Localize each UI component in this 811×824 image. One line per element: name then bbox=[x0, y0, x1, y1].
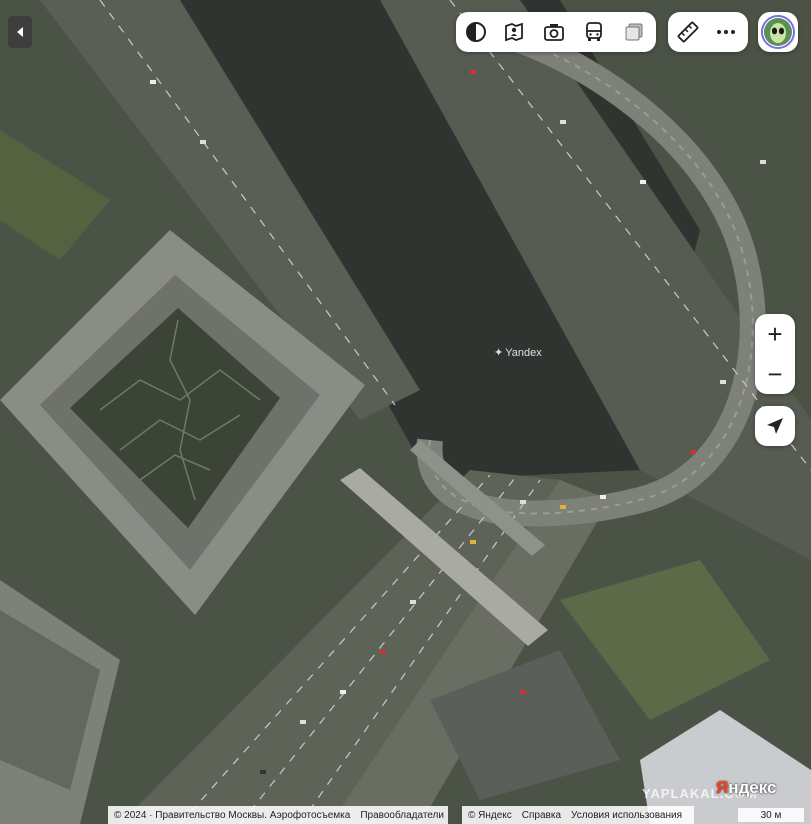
footer-attribution: © 2024 · Правительство Москвы. Аэрофотос… bbox=[108, 806, 448, 824]
panorama-icon bbox=[505, 22, 523, 42]
rights-holders-link[interactable]: Правообладатели bbox=[360, 810, 444, 821]
footer-links: © Яндекс Справка Условия использования bbox=[462, 806, 694, 824]
zoom-controls: + − bbox=[755, 314, 795, 394]
terms-link[interactable]: Условия использования bbox=[571, 810, 682, 821]
avatar bbox=[761, 15, 795, 49]
ruler-icon bbox=[677, 21, 699, 43]
bus-icon bbox=[586, 22, 602, 41]
camera-icon bbox=[544, 24, 564, 41]
place-marker-icon: ✦ bbox=[494, 347, 504, 359]
scale-label: 30 м bbox=[760, 809, 782, 821]
place-label-text: Yandex bbox=[505, 346, 542, 359]
map-place-label: ✦ Yandex bbox=[494, 346, 542, 360]
layers-toolbar bbox=[456, 12, 656, 52]
camera-button[interactable] bbox=[538, 16, 570, 48]
yandex-logo: Яндекс bbox=[716, 778, 777, 797]
copyright-text: © 2024 · Правительство Москвы. Аэрофотос… bbox=[114, 809, 351, 821]
aerial-map[interactable] bbox=[0, 0, 811, 824]
map-layers-icon bbox=[625, 23, 643, 41]
user-avatar-button[interactable] bbox=[758, 12, 798, 52]
more-icon bbox=[717, 30, 735, 34]
zoom-in-button[interactable]: + bbox=[755, 314, 795, 354]
geolocation-button[interactable] bbox=[755, 406, 795, 446]
transport-button[interactable] bbox=[578, 16, 610, 48]
layers-icon bbox=[466, 22, 486, 42]
zoom-out-button[interactable]: − bbox=[755, 354, 795, 394]
collapse-sidebar-button[interactable] bbox=[8, 16, 32, 48]
layers-button[interactable] bbox=[460, 16, 492, 48]
tools-toolbar bbox=[668, 12, 748, 52]
more-button[interactable] bbox=[710, 16, 742, 48]
yandex-copyright-link[interactable]: © Яндекс bbox=[468, 810, 512, 821]
chevron-left-icon bbox=[17, 27, 23, 37]
location-arrow-icon bbox=[767, 418, 783, 434]
ruler-button[interactable] bbox=[672, 16, 704, 48]
panorama-button[interactable] bbox=[498, 16, 530, 48]
map-layers-button[interactable] bbox=[618, 16, 650, 48]
map-scale: 30 м bbox=[738, 808, 804, 822]
help-link[interactable]: Справка bbox=[522, 810, 561, 821]
